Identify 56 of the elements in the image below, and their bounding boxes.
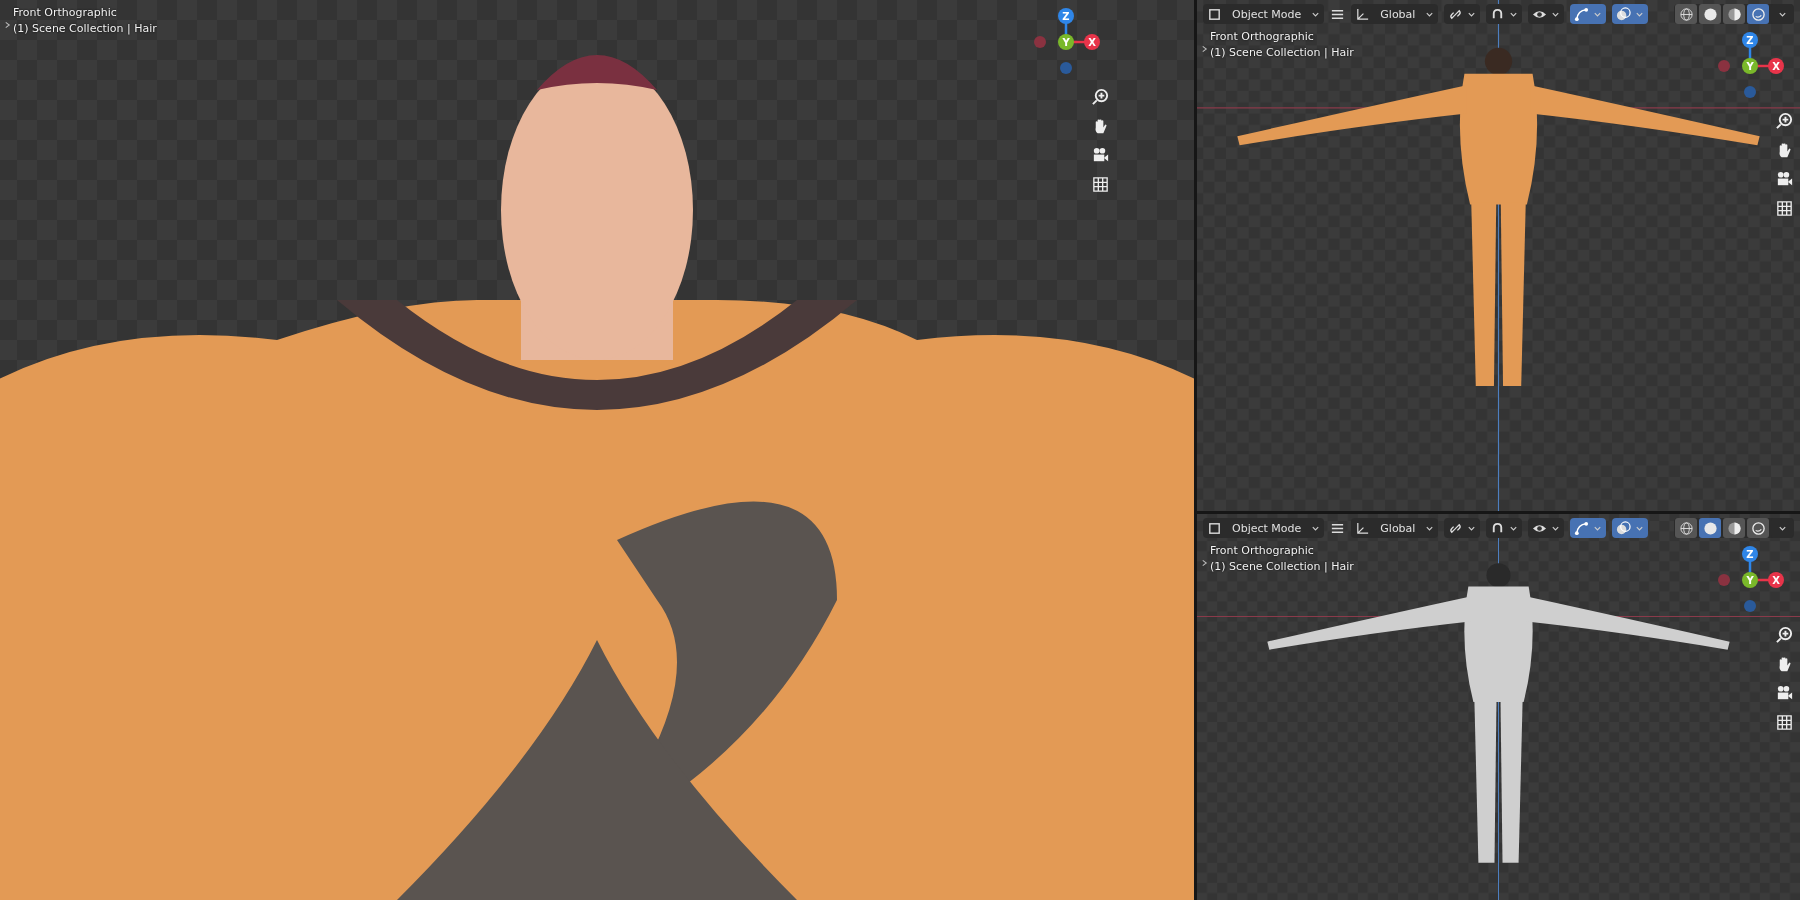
axis-gizmo[interactable]: Z Y X [1714,28,1794,108]
wireframe-shading-button[interactable] [1675,518,1697,538]
pivot-dropdown[interactable] [1444,4,1481,24]
snap-toggle[interactable] [1486,4,1523,24]
sphere-icon [1702,6,1718,22]
zoom-icon[interactable] [1775,112,1794,131]
curve-icon [1574,6,1590,22]
view-name: Front Orthographic [1210,544,1315,557]
solid-shading-button[interactable] [1699,4,1721,24]
half-sphere-icon [1726,520,1742,536]
ring-icon [1750,520,1766,536]
zoom-icon[interactable] [1775,626,1794,645]
wireframe-shading-button[interactable] [1675,4,1697,24]
gizmo-toggle[interactable] [1570,4,1607,24]
gizmo-toggle[interactable] [1570,518,1607,538]
view-name: Front Orthographic [1210,30,1315,43]
circles-icon [1616,520,1632,536]
collection-name: (1) Scene Collection | Hair [1210,46,1354,59]
axis-gizmo[interactable]: Z Y X [1714,542,1794,622]
ring-icon [1750,6,1766,22]
visibility-toggle[interactable] [1528,518,1565,538]
material-shading-button[interactable] [1723,4,1745,24]
half-sphere-icon [1726,6,1742,22]
globe-icon [1678,520,1694,536]
orientation-dropdown[interactable]: Global [1351,4,1439,24]
solid-shading-button[interactable] [1699,518,1721,538]
grid-icon[interactable] [1775,713,1794,732]
view-name: Front Orthographic [13,6,118,19]
axes-icon [1355,520,1371,536]
expand-icon[interactable] [4,20,11,30]
grid-icon[interactable] [1775,199,1794,218]
expand-icon[interactable] [1201,558,1208,568]
axes-icon [1355,6,1371,22]
square-icon [1207,6,1222,22]
mode-dropdown[interactable]: Object Mode [1203,4,1325,24]
rendered-shading-button[interactable] [1747,4,1769,24]
pivot-dropdown[interactable] [1444,518,1481,538]
collection-name: (1) Scene Collection | Hair [1210,560,1354,573]
sphere-icon [1702,520,1718,536]
mode-dropdown[interactable]: Object Mode [1203,518,1325,538]
collection-name: (1) Scene Collection | Hair [13,22,157,35]
overlay-toggle[interactable] [1612,518,1649,538]
square-icon [1207,520,1222,536]
visibility-toggle[interactable] [1528,4,1565,24]
globe-icon [1678,6,1694,22]
grid-icon[interactable] [1091,175,1110,194]
expand-icon[interactable] [1201,44,1208,54]
circles-icon [1616,6,1632,22]
orientation-dropdown[interactable]: Global [1351,518,1439,538]
zoom-icon[interactable] [1091,88,1110,107]
snap-toggle[interactable] [1486,518,1523,538]
rendered-shading-button[interactable] [1747,518,1769,538]
curve-icon [1574,520,1590,536]
overlay-toggle[interactable] [1612,4,1649,24]
material-shading-button[interactable] [1723,518,1745,538]
axis-gizmo[interactable]: Z Y X [1030,4,1110,84]
